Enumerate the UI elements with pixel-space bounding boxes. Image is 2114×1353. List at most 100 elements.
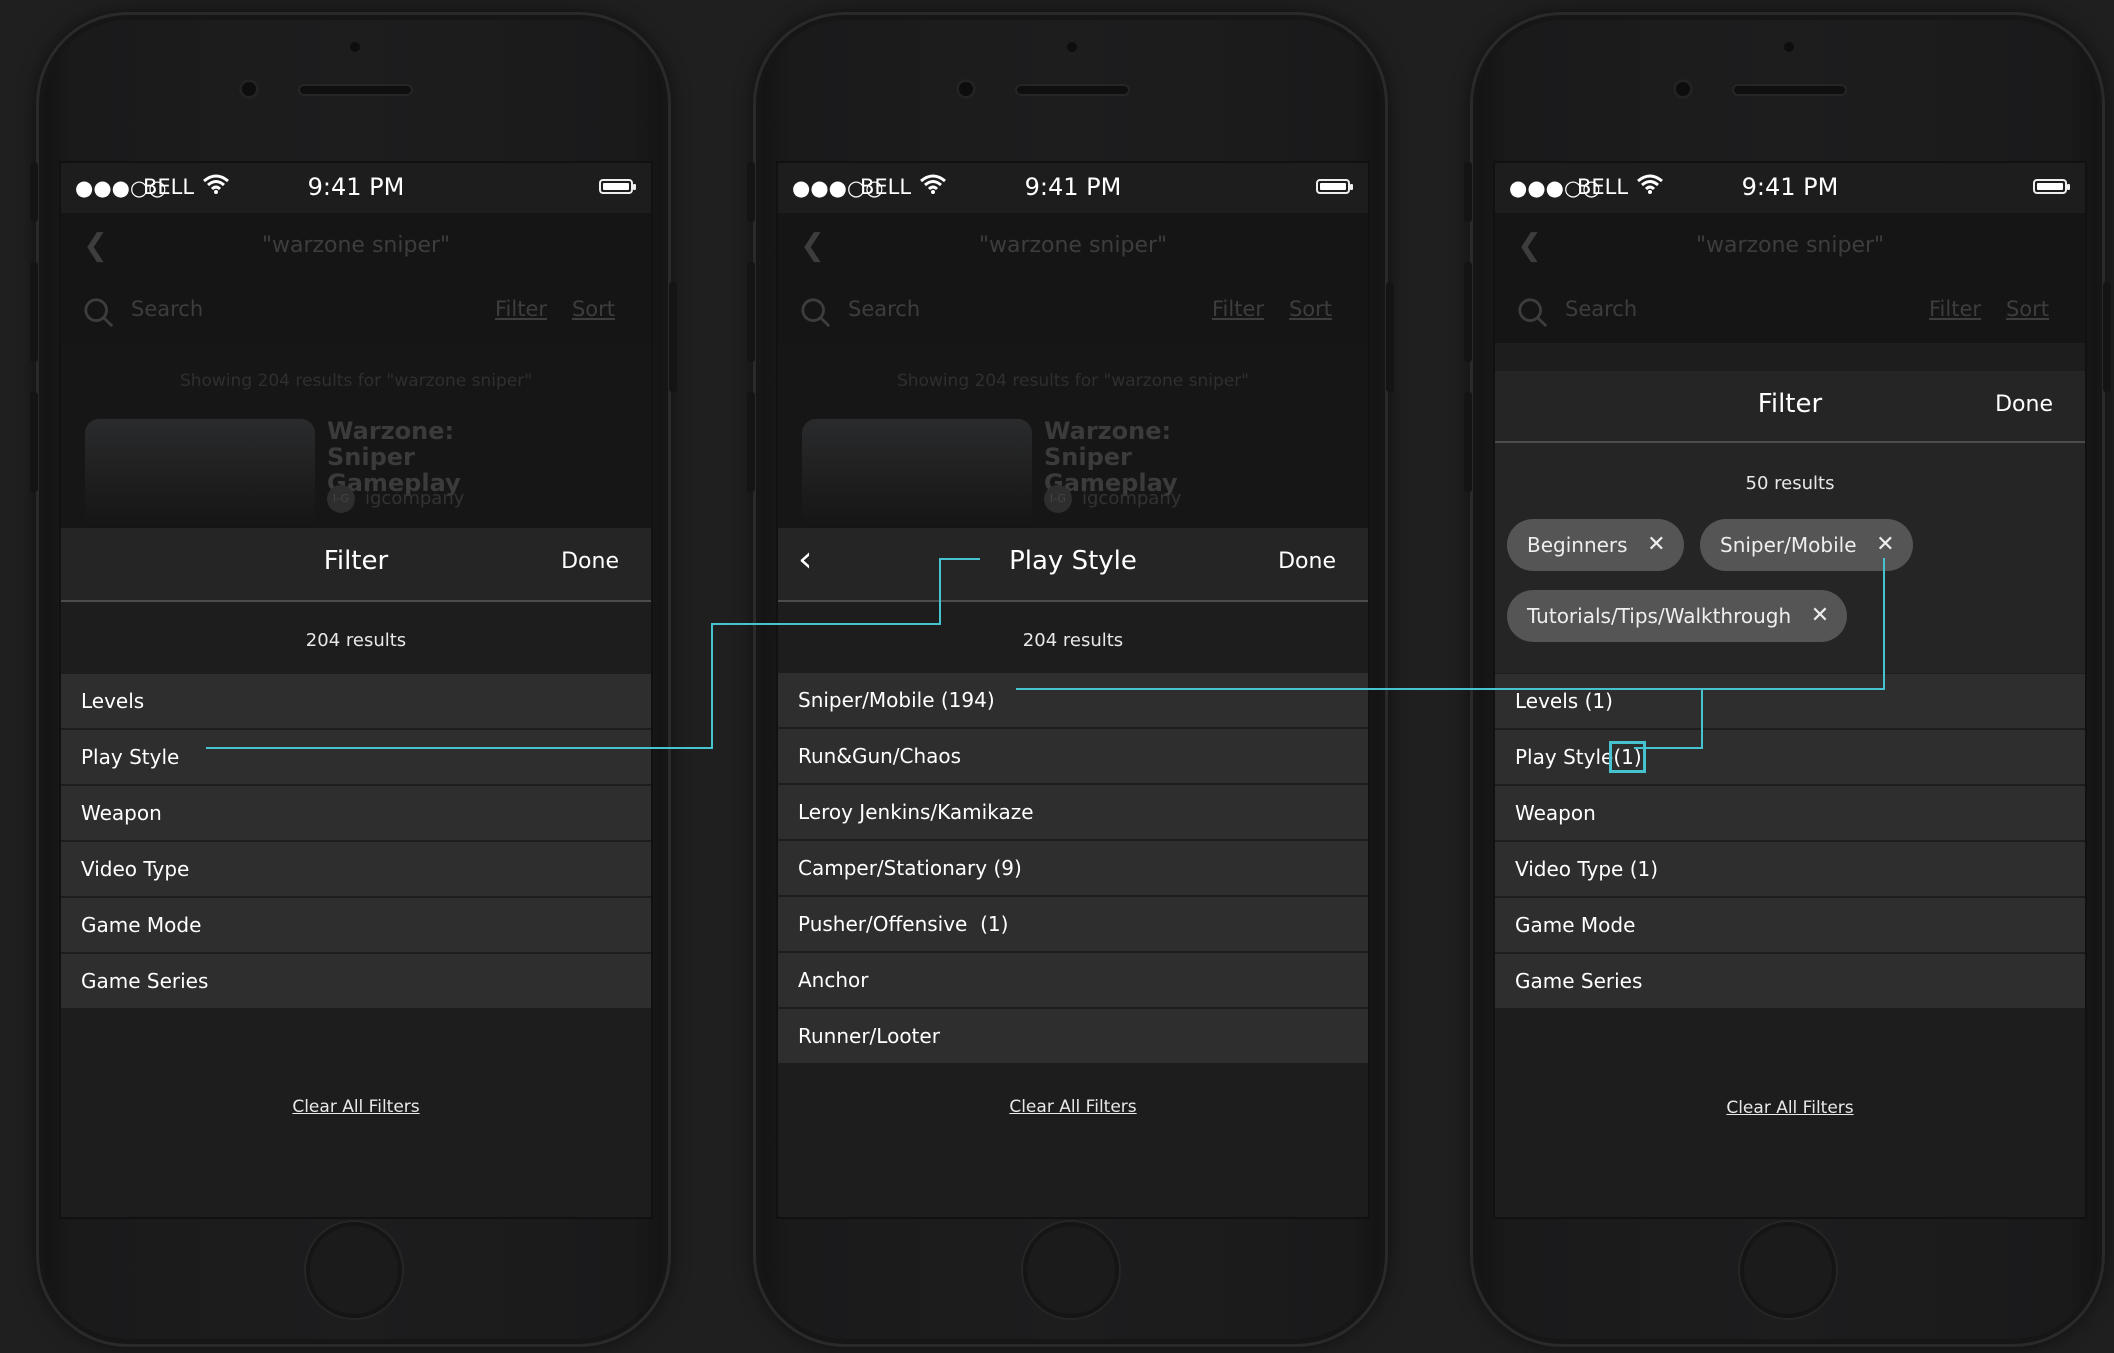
channel-name: igcompany [1082, 488, 1182, 509]
done-button[interactable]: Done [561, 549, 619, 574]
filter-row-video-type[interactable]: Video Type [61, 842, 651, 896]
filter-link[interactable]: Filter [1212, 297, 1264, 321]
play-style-count-badge: (1) [1609, 741, 1646, 773]
search-icon [1517, 297, 1549, 329]
nav-bar: ❮ "warzone sniper" [778, 213, 1368, 277]
results-count: 50 results [1745, 473, 1835, 494]
phone-frame-2: ●●●○○ BELL 9:41 PM ❮ "warzone sniper" Se… [747, 12, 1394, 1347]
filter-row-levels[interactable]: Levels [61, 674, 651, 728]
search-query-title: "warzone sniper" [978, 233, 1168, 258]
volume-up-button [30, 262, 38, 362]
done-button[interactable]: Done [1278, 549, 1336, 574]
filter-link[interactable]: Filter [495, 297, 547, 321]
clear-all-filters-link[interactable]: Clear All Filters [1495, 1098, 2085, 1118]
results-count: 204 results [1022, 630, 1124, 651]
filter-row-video-type[interactable]: Video Type (1) [1495, 842, 2085, 896]
status-bar: ●●●○○ BELL 9:41 PM [778, 163, 1368, 213]
search-bar: Search Filter Sort [61, 277, 651, 343]
filter-row-game-mode[interactable]: Game Mode [1495, 898, 2085, 952]
filter-sheet-header: Filter Done [1495, 371, 2085, 443]
front-camera [956, 79, 976, 99]
volume-down-button [747, 392, 755, 492]
screen-play-style: ●●●○○ BELL 9:41 PM ❮ "warzone sniper" Se… [778, 163, 1368, 1217]
option-run-gun-chaos[interactable]: Run&Gun/Chaos [778, 729, 1368, 783]
channel-info: I-G igcompany [327, 485, 464, 513]
search-query-title: "warzone sniper" [261, 233, 451, 258]
proximity-sensor [350, 42, 360, 52]
filter-link[interactable]: Filter [1929, 297, 1981, 321]
status-time: 9:41 PM [307, 173, 405, 201]
proximity-sensor [1784, 42, 1794, 52]
filter-row-play-style[interactable]: Play Style(1) [1495, 730, 2085, 784]
chip-sniper-mobile[interactable]: Sniper/Mobile ✕ [1700, 519, 1913, 571]
mute-switch [1464, 162, 1472, 222]
power-button [1386, 282, 1394, 392]
clear-all-filters-link[interactable]: Clear All Filters [61, 1097, 651, 1117]
power-button [669, 282, 677, 392]
channel-avatar: I-G [1044, 485, 1072, 513]
search-results-dimmed: Showing 204 results for "warzone sniper"… [61, 343, 651, 549]
done-button[interactable]: Done [1995, 392, 2053, 417]
status-time: 9:41 PM [1024, 173, 1122, 201]
mute-switch [30, 162, 38, 222]
home-button [1023, 1222, 1119, 1318]
filter-row-weapon[interactable]: Weapon [61, 786, 651, 840]
clear-all-filters-link[interactable]: Clear All Filters [778, 1097, 1368, 1117]
search-bar: Search Filter Sort [778, 277, 1368, 343]
option-leroy-jenkins-kamikaze[interactable]: Leroy Jenkins/Kamikaze [778, 785, 1368, 839]
mute-switch [747, 162, 755, 222]
sort-link[interactable]: Sort [1289, 297, 1332, 321]
search-input[interactable]: Search [848, 297, 920, 321]
chip-label: Beginners [1527, 533, 1628, 557]
sort-link[interactable]: Sort [2006, 297, 2049, 321]
front-camera [239, 79, 259, 99]
phone-frame-1: ●●●○○ BELL 9:41 PM ❮ "warzone sniper" Se… [30, 12, 677, 1347]
nav-bar: ❮ "warzone sniper" [61, 213, 651, 277]
filter-row-play-style[interactable]: Play Style [61, 730, 651, 784]
close-icon[interactable]: ✕ [1811, 590, 1829, 642]
chip-beginners[interactable]: Beginners ✕ [1507, 519, 1684, 571]
status-time: 9:41 PM [1741, 173, 1839, 201]
chip-label: Tutorials/Tips/Walkthrough [1527, 604, 1792, 628]
volume-up-button [747, 262, 755, 362]
screen-filter: ●●●○○ BELL 9:41 PM ❮ "warzone sniper" Se… [61, 163, 651, 1217]
option-camper-stationary[interactable]: Camper/Stationary (9) [778, 841, 1368, 895]
option-pusher-offensive[interactable]: Pusher/Offensive (1) [778, 897, 1368, 951]
front-camera [1673, 79, 1693, 99]
search-input[interactable]: Search [1565, 297, 1637, 321]
nav-bar: ❮ "warzone sniper" [1495, 213, 2085, 277]
chip-tutorials[interactable]: Tutorials/Tips/Walkthrough ✕ [1507, 590, 1848, 642]
channel-name: igcompany [365, 488, 465, 509]
filter-row-game-series[interactable]: Game Series [61, 954, 651, 1008]
filter-row-game-mode[interactable]: Game Mode [61, 898, 651, 952]
battery-icon [1316, 179, 1353, 194]
play-style-sheet-header: ‹ Play Style Done [778, 528, 1368, 602]
close-icon[interactable]: ✕ [1876, 519, 1894, 571]
volume-down-button [30, 392, 38, 492]
close-icon[interactable]: ✕ [1647, 519, 1665, 571]
power-button [2103, 282, 2111, 392]
filter-row-weapon[interactable]: Weapon [1495, 786, 2085, 840]
phone-frame-3: ●●●○○ BELL 9:41 PM ❮ "warzone sniper" Se… [1464, 12, 2111, 1347]
chip-label: Sniper/Mobile [1720, 533, 1857, 557]
home-button [1740, 1222, 1836, 1318]
proximity-sensor [1067, 42, 1077, 52]
status-bar: ●●●○○ BELL 9:41 PM [61, 163, 651, 213]
search-input[interactable]: Search [131, 297, 203, 321]
battery-icon [599, 179, 636, 194]
battery-icon [2033, 179, 2070, 194]
screen-filter-applied: ●●●○○ BELL 9:41 PM ❮ "warzone sniper" Se… [1495, 163, 2085, 1217]
filter-row-levels[interactable]: Levels (1) [1495, 674, 2085, 728]
earpiece-speaker [298, 84, 413, 96]
option-anchor[interactable]: Anchor [778, 953, 1368, 1007]
filter-row-game-series[interactable]: Game Series [1495, 954, 2085, 1008]
search-results-dimmed: Showing 204 results for "warzone sniper"… [778, 343, 1368, 549]
volume-down-button [1464, 392, 1472, 492]
option-sniper-mobile[interactable]: Sniper/Mobile (194) [778, 673, 1368, 727]
results-summary: Showing 204 results for "warzone sniper" [179, 371, 533, 391]
home-button [306, 1222, 402, 1318]
option-runner-looter[interactable]: Runner/Looter [778, 1009, 1368, 1063]
search-bar: Search Filter Sort [1495, 277, 2085, 343]
filter-category-list: Levels Play Style Weapon Video Type Game… [61, 674, 651, 1010]
sort-link[interactable]: Sort [572, 297, 615, 321]
